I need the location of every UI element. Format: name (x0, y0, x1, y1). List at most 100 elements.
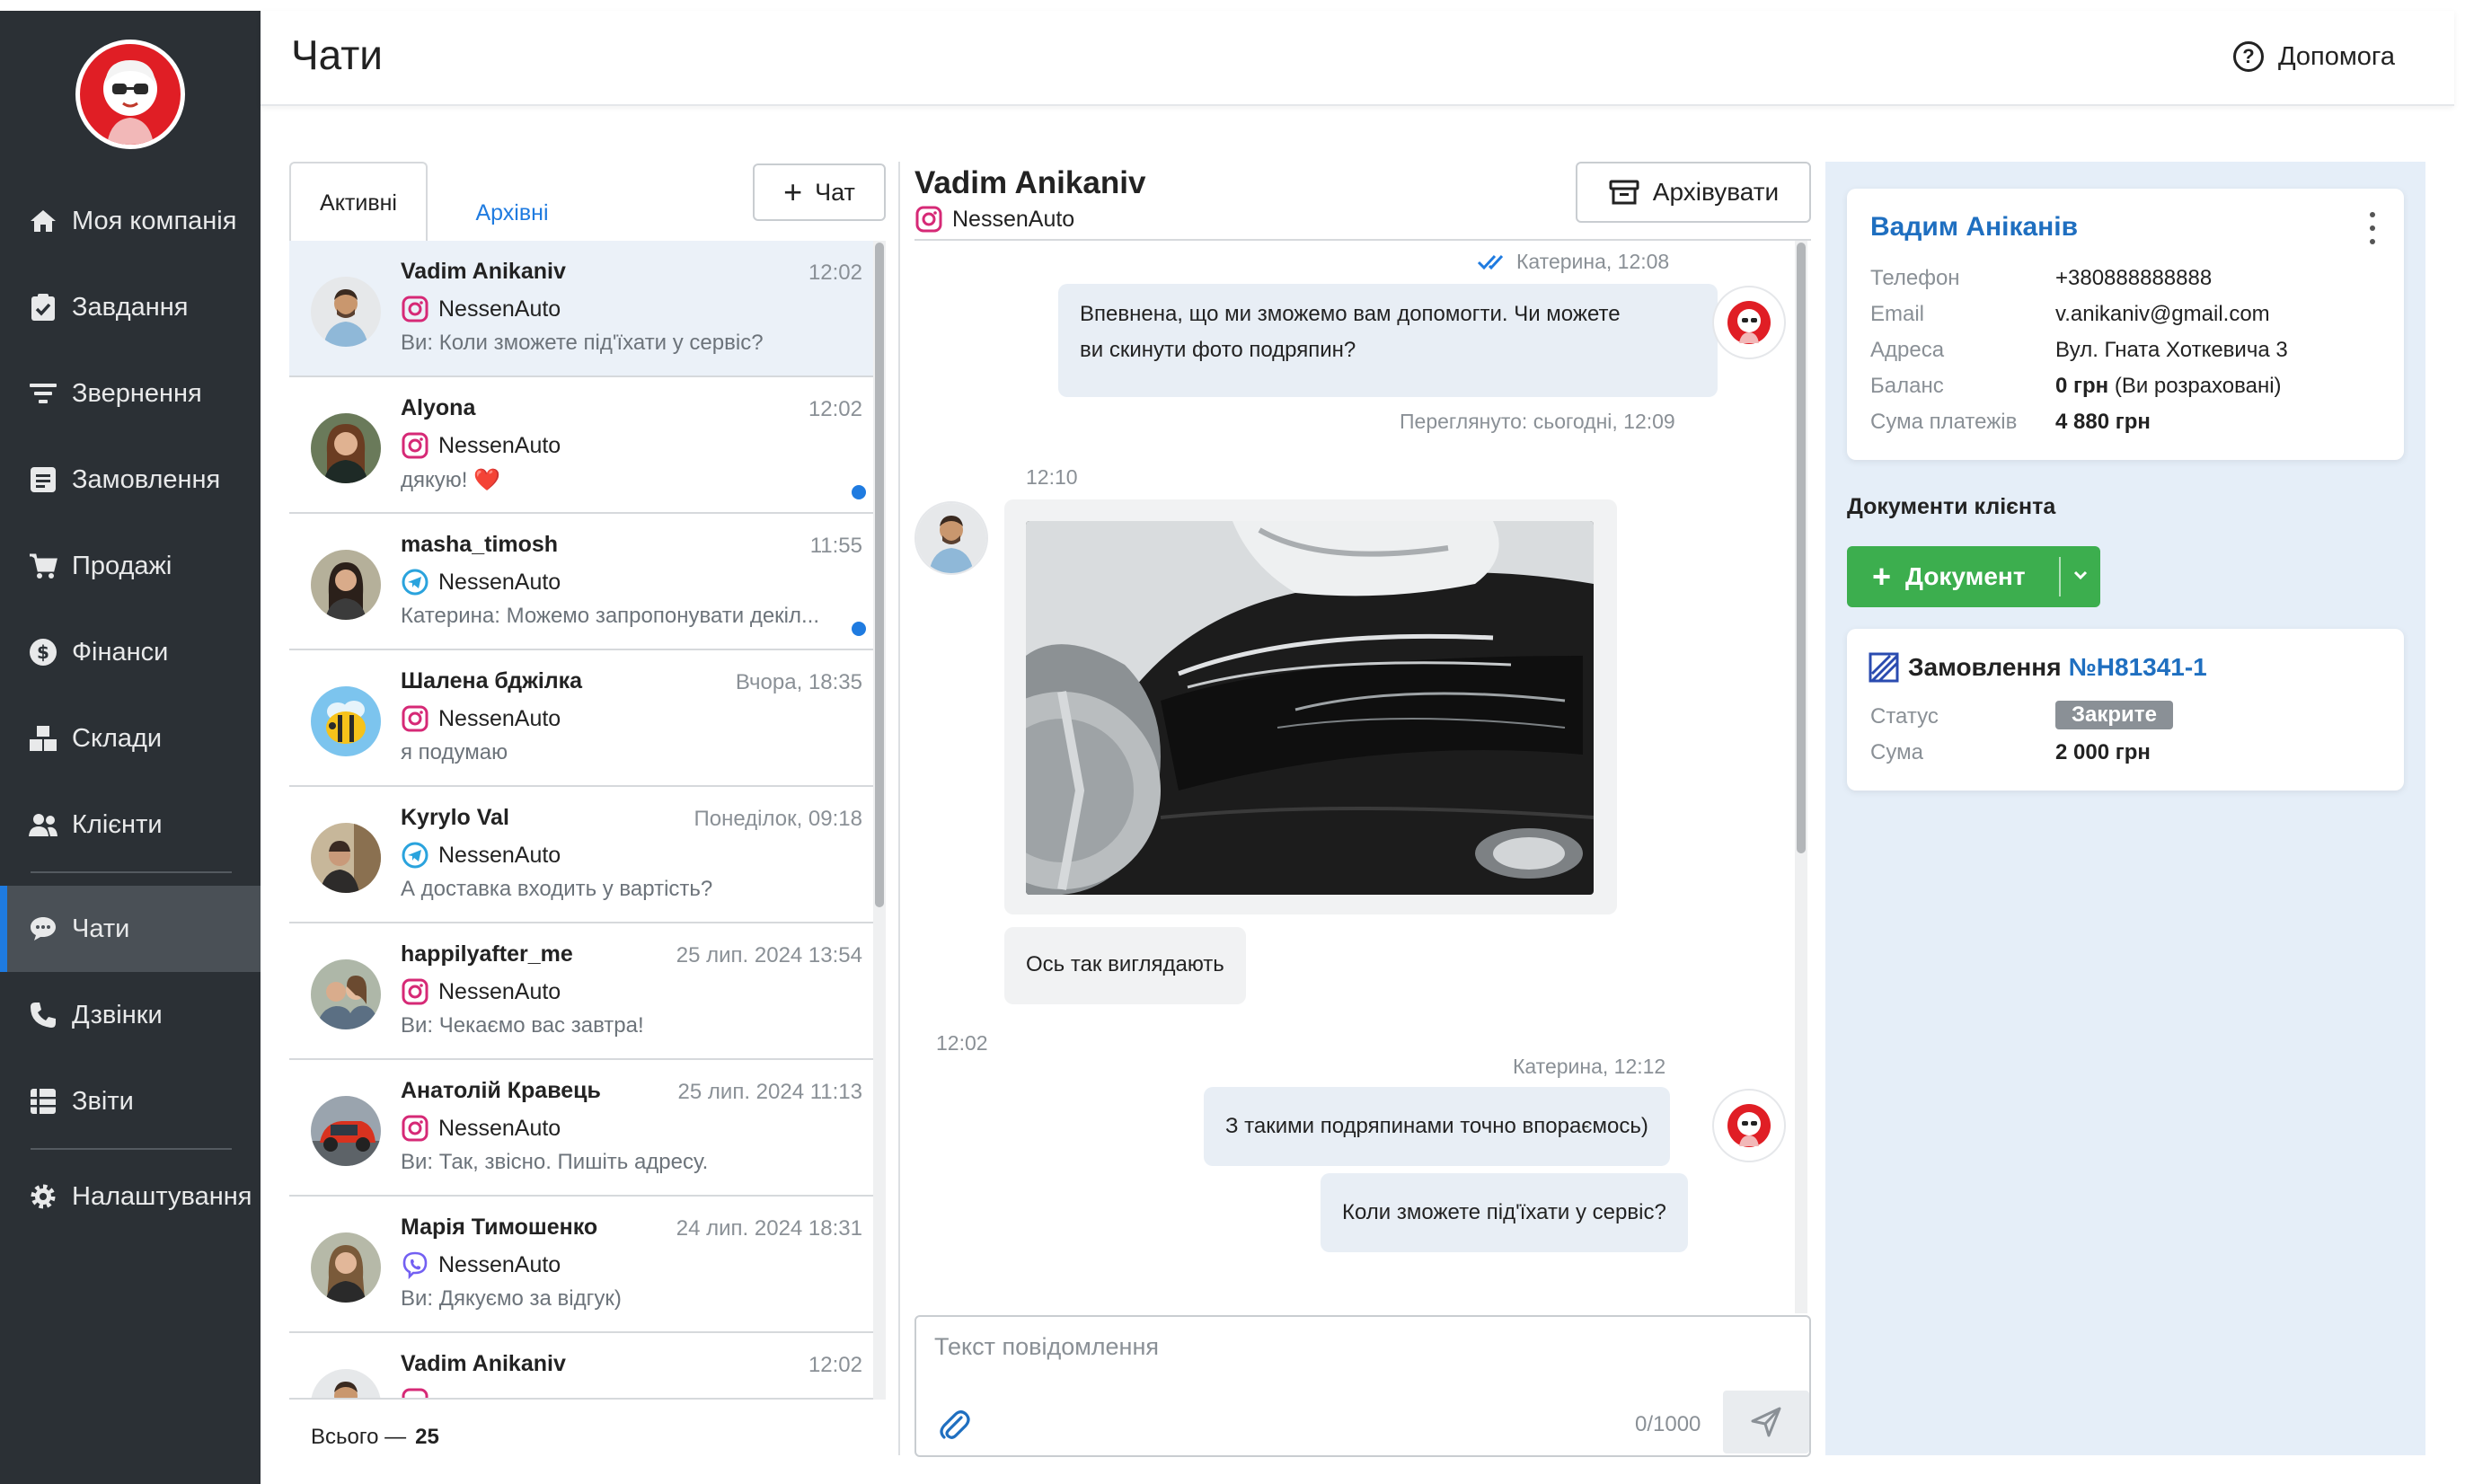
column-divider (898, 162, 900, 1455)
channel-label: NessenAuto (438, 842, 561, 868)
message-time: 12:02 (936, 1031, 988, 1055)
chat-list-item[interactable]: masha_timosh 11:55 NessenAuto Катерина: … (289, 514, 873, 650)
chat-last-message: Ви: Чекаємо вас завтра! (401, 1013, 644, 1038)
field-label: Сума (1870, 740, 1923, 764)
chat-last-message: Катерина: Можемо запропонувати декіл... (401, 604, 820, 628)
archive-button[interactable]: Архівувати (1576, 162, 1811, 223)
client-name-link[interactable]: Вадим Аніканів (1870, 212, 2078, 243)
avatar (311, 686, 381, 756)
message-bubble-outgoing: Впевнена, що ми зможемо вам допомогти. Ч… (1058, 284, 1718, 397)
chat-name: Vadim Anikaniv (401, 1351, 566, 1376)
chat-channel (401, 1387, 438, 1398)
car-scratch-photo[interactable] (1026, 521, 1594, 895)
field-label: Email (1870, 302, 1925, 326)
chat-scrollbar[interactable] (1795, 241, 1807, 1313)
plus-icon: + (1872, 558, 1892, 595)
sidebar: Моя компанія Завдання Звернення Замовлен… (0, 11, 261, 1484)
order-sum: 2 000 грн (2055, 740, 2151, 764)
users-icon (27, 808, 59, 841)
sidebar-item-orders[interactable]: Замовлення (0, 437, 261, 523)
chat-list-item[interactable]: Шалена бджілка Вчора, 18:35 NessenAuto я… (289, 650, 873, 787)
more-options-icon[interactable] (2368, 212, 2377, 244)
sidebar-item-chats[interactable]: Чати (0, 886, 261, 972)
sidebar-item-label: Налаштування (72, 1181, 252, 1211)
message-input[interactable] (934, 1333, 1743, 1361)
field-label: Сума платежів (1870, 410, 2018, 434)
sidebar-item-tasks[interactable]: Завдання (0, 264, 261, 350)
avatar (311, 959, 381, 1029)
scrollbar-thumb[interactable] (875, 243, 884, 907)
chat-bubble-icon (27, 913, 59, 945)
instagram-icon (402, 1388, 429, 1398)
chat-list-item[interactable]: Анатолій Кравець 25 лип. 2024 11:13 Ness… (289, 1060, 873, 1197)
chat-channel: NessenAuto (401, 295, 561, 323)
sidebar-item-requests[interactable]: Звернення (0, 350, 261, 437)
phone-icon (27, 999, 59, 1031)
instagram-icon (915, 206, 942, 233)
chat-list-item[interactable]: Марія Тимошенко 24 лип. 2024 18:31 Nesse… (289, 1197, 873, 1333)
sidebar-item-settings[interactable]: Налаштування (0, 1153, 261, 1240)
scrollbar-thumb[interactable] (1797, 243, 1806, 853)
archive-box-icon (1609, 180, 1639, 205)
new-chat-button[interactable]: + Чат (753, 163, 886, 221)
chat-name: Шалена бджілка (401, 668, 583, 693)
chat-list-item[interactable]: Vadim Anikaniv 12:02 (289, 1333, 873, 1398)
message-text: З такими подряпинами точно впораємось) (1225, 1114, 1648, 1138)
chat-channel: NessenAuto (401, 431, 561, 460)
cart-icon (27, 550, 59, 582)
chat-channel: NessenAuto (401, 977, 561, 1006)
page-title: Чати (291, 31, 383, 78)
chat-last-message: Ви: Так, звісно. Пишіть адресу. (401, 1150, 709, 1174)
send-button[interactable] (1723, 1391, 1809, 1453)
message-composer: 0/1000 (914, 1315, 1811, 1457)
sidebar-item-reports[interactable]: Звіти (0, 1058, 261, 1144)
message-thread: Катерина, 12:08 Впевнена, що ми зможемо … (914, 241, 1795, 1313)
tab-active[interactable]: Активні (289, 162, 428, 244)
chat-last-message: Ви: Дякуємо за відгук) (401, 1286, 622, 1311)
sidebar-item-label: Склади (72, 723, 163, 753)
order-card[interactable]: Замовлення №H81341-1 Статус Закрите Сума… (1847, 629, 2404, 791)
order-number-link[interactable]: №H81341-1 (2069, 653, 2207, 682)
telegram-icon (402, 569, 429, 596)
agent-avatar (1712, 1089, 1786, 1162)
add-document-button[interactable]: + Документ (1847, 546, 2100, 607)
chat-list-scrollbar[interactable] (873, 241, 886, 1400)
client-panel: Вадим Аніканів Телефон +380888888888 Ema… (1825, 162, 2425, 1455)
avatar (311, 277, 381, 347)
avatar (311, 1232, 381, 1303)
paperclip-icon[interactable] (936, 1407, 972, 1443)
sidebar-item-label: Продажі (72, 551, 172, 580)
avatar (311, 550, 381, 620)
archive-label: Архівувати (1652, 178, 1780, 206)
sidebar-item-label: Звіти (72, 1086, 134, 1116)
message-seen-status: Переглянуто: сьогодні, 12:09 (1400, 410, 1675, 433)
message-bubble-outgoing: З такими подряпинами точно впораємось) (1204, 1087, 1670, 1166)
sidebar-item-company[interactable]: Моя компанія (0, 178, 261, 264)
sidebar-item-calls[interactable]: Дзвінки (0, 972, 261, 1058)
telegram-icon (402, 842, 429, 869)
channel-label: NessenAuto (438, 296, 561, 322)
instagram-icon (402, 705, 429, 732)
sidebar-item-warehouses[interactable]: Склади (0, 695, 261, 782)
chat-list-item[interactable]: happilyafter_me 25 лип. 2024 13:54 Nesse… (289, 923, 873, 1060)
sidebar-item-sales[interactable]: Продажі (0, 523, 261, 609)
balance-note: (Ви розраховані) (2108, 374, 2282, 398)
channel-label: NessenAuto (438, 432, 561, 458)
sidebar-item-label: Дзвінки (72, 1000, 163, 1029)
sidebar-item-clients[interactable]: Клієнти (0, 782, 261, 868)
company-logo[interactable] (75, 40, 185, 149)
svg-text:$: $ (37, 641, 49, 663)
sidebar-item-finance[interactable]: $ Фінанси (0, 609, 261, 695)
avatar (311, 1096, 381, 1166)
chat-channel: NessenAuto (401, 1114, 561, 1143)
chat-list-item[interactable]: Kyrylo Val Понеділок, 09:18 NessenAuto А… (289, 787, 873, 923)
chat-list-item[interactable]: Alyona 12:02 NessenAuto дякую! ❤️ (289, 377, 873, 514)
channel-label: NessenAuto (952, 206, 1075, 232)
sidebar-item-label: Фінанси (72, 637, 169, 667)
sidebar-divider (31, 871, 232, 873)
chat-list-item[interactable]: Vadim Anikaniv 12:02 NessenAuto Ви: Коли… (289, 241, 873, 377)
chevron-down-icon[interactable] (2070, 564, 2091, 586)
client-phone: +380888888888 (2055, 266, 2213, 290)
message-image-bubble[interactable] (1004, 499, 1617, 914)
help-button[interactable]: ? Допомога (2232, 41, 2395, 72)
